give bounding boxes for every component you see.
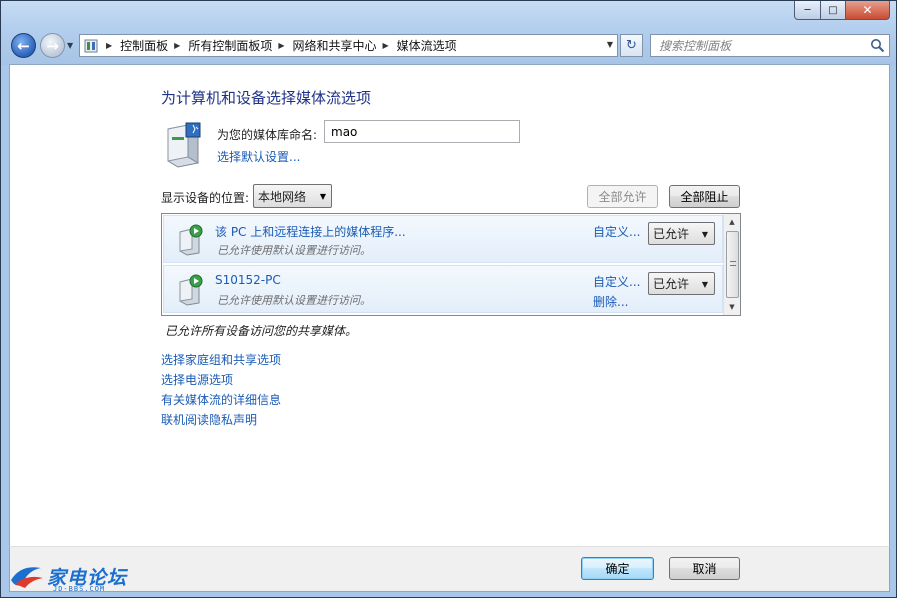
breadcrumb-media-streaming[interactable]: 媒体流选项 xyxy=(397,37,457,54)
homegroup-sharing-link[interactable]: 选择家庭组和共享选项 xyxy=(161,351,281,371)
breadcrumb-separator-icon[interactable]: ▶ xyxy=(174,41,180,50)
chevron-down-icon: ▼ xyxy=(319,192,326,201)
content-pane: 为计算机和设备选择媒体流选项 为您的媒体库命名: 选择默认设置... 显示设备的… xyxy=(9,64,890,547)
search-icon[interactable] xyxy=(870,38,885,53)
breadcrumb-all-items[interactable]: 所有控制面板项 xyxy=(188,37,272,54)
media-device-icon xyxy=(179,274,203,306)
search-box[interactable] xyxy=(650,34,890,57)
library-name-label: 为您的媒体库命名: xyxy=(217,128,318,142)
location-select-value: 本地网络 xyxy=(258,189,307,204)
media-library-icon xyxy=(167,122,201,168)
block-all-button[interactable]: 全部阻止 xyxy=(669,185,740,208)
breadcrumb-separator-icon[interactable]: ▶ xyxy=(383,41,389,50)
device-status: 已允许使用默认设置进行访问。 xyxy=(217,294,371,307)
device-row[interactable]: S10152-PC 已允许使用默认设置进行访问。 自定义... 删除... 已允… xyxy=(163,265,723,313)
chevron-down-icon: ▼ xyxy=(701,280,708,289)
status-note: 已允许所有设备访问您的共享媒体。 xyxy=(165,324,358,338)
permission-select[interactable]: 已允许 ▼ xyxy=(648,222,715,245)
chevron-down-icon: ▼ xyxy=(701,230,708,239)
device-list-scrollbar[interactable]: ▲ ▼ xyxy=(723,214,740,315)
control-panel-icon xyxy=(84,39,98,52)
button-bar: 确定 取消 xyxy=(9,546,890,592)
scrollbar-thumb[interactable] xyxy=(726,231,739,298)
customize-link[interactable]: 自定义... xyxy=(593,273,640,290)
media-streaming-info-link[interactable]: 有关媒体流的详细信息 xyxy=(161,391,281,411)
device-list: 该 PC 上和远程连接上的媒体程序... 已允许使用默认设置进行访问。 自定义.… xyxy=(161,213,741,316)
device-row[interactable]: 该 PC 上和远程连接上的媒体程序... 已允许使用默认设置进行访问。 自定义.… xyxy=(163,215,723,263)
device-name[interactable]: 该 PC 上和远程连接上的媒体程序... xyxy=(215,223,406,240)
page-title: 为计算机和设备选择媒体流选项 xyxy=(161,89,372,107)
ok-button[interactable]: 确定 xyxy=(581,557,654,580)
minimize-button[interactable]: ─ xyxy=(794,1,821,20)
caption-buttons: ─ □ ✕ xyxy=(794,1,890,20)
back-button[interactable]: ← xyxy=(11,33,36,58)
permission-select-value: 已允许 xyxy=(653,227,690,241)
show-devices-label: 显示设备的位置: xyxy=(161,191,250,205)
scroll-up-icon[interactable]: ▲ xyxy=(724,214,740,230)
cancel-button[interactable]: 取消 xyxy=(669,557,740,580)
address-dropdown-icon[interactable]: ▼ xyxy=(607,40,613,49)
forward-button[interactable]: → xyxy=(40,33,65,58)
grip-icon xyxy=(730,261,736,266)
device-name[interactable]: S10152-PC xyxy=(215,273,281,287)
location-select[interactable]: 本地网络 ▼ xyxy=(253,184,332,208)
delete-link[interactable]: 删除... xyxy=(593,293,628,310)
permission-select-value: 已允许 xyxy=(653,277,690,291)
breadcrumb-separator-icon: ▶ xyxy=(106,41,113,50)
media-device-icon xyxy=(179,224,203,256)
recent-pages-dropdown-icon[interactable]: ▼ xyxy=(67,41,73,50)
maximize-button[interactable]: □ xyxy=(821,1,846,20)
window-frame: ─ □ ✕ ← → ▼ ▶ 控制面板 ▶ 所有控制面板项 ▶ 网络和共享中心 ▶… xyxy=(0,0,897,598)
watermark-subtext: JD-BBS.COM xyxy=(53,585,106,593)
breadcrumb-separator-icon[interactable]: ▶ xyxy=(278,41,284,50)
scroll-down-icon[interactable]: ▼ xyxy=(724,299,740,315)
breadcrumb-network-sharing[interactable]: 网络和共享中心 xyxy=(293,37,377,54)
close-button[interactable]: ✕ xyxy=(846,1,890,20)
device-status: 已允许使用默认设置进行访问。 xyxy=(217,244,371,257)
related-links: 选择家庭组和共享选项 选择电源选项 有关媒体流的详细信息 联机阅读隐私声明 xyxy=(161,351,281,431)
customize-link[interactable]: 自定义... xyxy=(593,223,640,240)
breadcrumb-control-panel[interactable]: 控制面板 xyxy=(120,37,168,54)
watermark-logo-icon xyxy=(11,567,43,588)
allow-all-button[interactable]: 全部允许 xyxy=(587,185,658,208)
privacy-statement-link[interactable]: 联机阅读隐私声明 xyxy=(161,411,281,431)
permission-select[interactable]: 已允许 ▼ xyxy=(648,272,715,295)
library-name-input[interactable] xyxy=(324,120,520,143)
choose-default-settings-link[interactable]: 选择默认设置... xyxy=(217,148,300,165)
search-input[interactable] xyxy=(659,38,864,53)
address-bar[interactable]: ▶ 控制面板 ▶ 所有控制面板项 ▶ 网络和共享中心 ▶ 媒体流选项 ▼ xyxy=(79,34,618,57)
power-options-link[interactable]: 选择电源选项 xyxy=(161,371,281,391)
refresh-button[interactable]: ↻ xyxy=(620,34,643,57)
site-watermark: 家电论坛 JD-BBS.COM xyxy=(7,560,137,596)
